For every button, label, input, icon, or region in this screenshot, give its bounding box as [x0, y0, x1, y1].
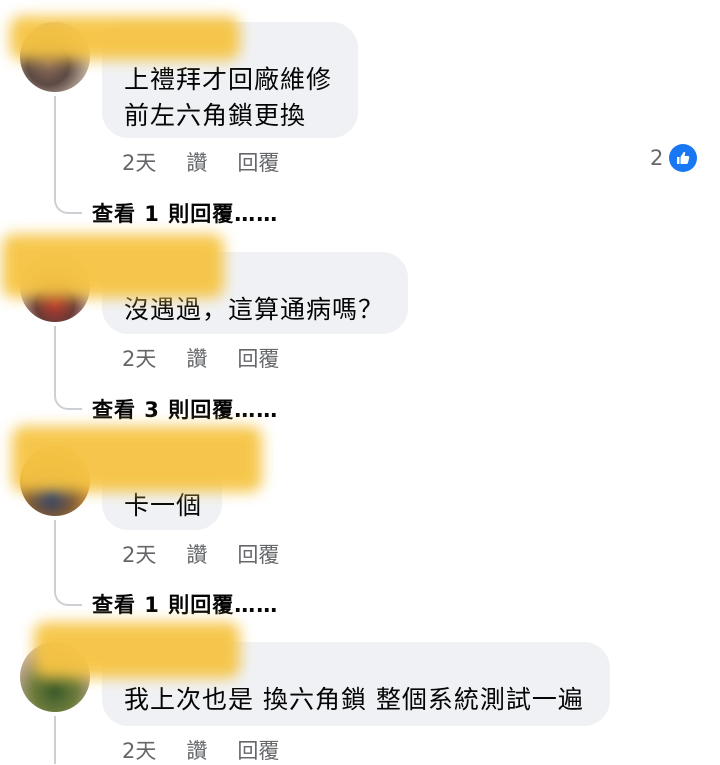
redacted-commenter-name	[12, 426, 262, 492]
like-button[interactable]: 讚	[186, 539, 207, 569]
reply-button[interactable]: 回覆	[237, 343, 279, 373]
timestamp[interactable]: 2天	[122, 343, 156, 373]
reply-button[interactable]: 回覆	[237, 539, 279, 569]
view-replies-link[interactable]: 查看 1 則回覆……	[92, 589, 278, 619]
comment-text: 卡一個	[124, 491, 203, 520]
reaction-summary[interactable]: 2	[650, 144, 698, 172]
like-button[interactable]: 讚	[186, 147, 207, 177]
redacted-commenter-name	[34, 622, 240, 678]
like-button[interactable]: 讚	[186, 735, 207, 765]
thread-line	[54, 326, 56, 392]
timestamp[interactable]: 2天	[122, 147, 156, 177]
thumbs-up-icon	[677, 151, 690, 164]
reply-button[interactable]: 回覆	[237, 147, 279, 177]
redacted-commenter-name	[2, 234, 224, 298]
redacted-commenter-name	[10, 16, 240, 60]
like-button[interactable]: 讚	[186, 343, 207, 373]
thread-line	[54, 96, 56, 196]
like-icon	[669, 144, 698, 172]
thread-connector	[54, 588, 82, 606]
comment-text: 我上次也是 換六角鎖 整個系統測試一遍	[124, 685, 584, 714]
timestamp[interactable]: 2天	[122, 539, 156, 569]
comment-actions: 2天 讚 回覆	[122, 147, 279, 177]
comment-actions: 2天 讚 回覆	[122, 539, 279, 569]
view-replies-link[interactable]: 查看 3 則回覆……	[92, 394, 278, 424]
comment-text: 上禮拜才回廠維修 前左六角鎖更換	[124, 65, 333, 130]
thread-connector	[54, 196, 82, 214]
timestamp[interactable]: 2天	[122, 735, 156, 765]
comment-actions: 2天 讚 回覆	[122, 735, 279, 765]
reaction-count: 2	[650, 146, 664, 170]
thread-line	[54, 520, 56, 590]
view-replies-link[interactable]: 查看 1 則回覆……	[92, 198, 278, 228]
thread-connector	[54, 392, 82, 410]
reply-button[interactable]: 回覆	[237, 735, 279, 765]
comment-actions: 2天 讚 回覆	[122, 343, 279, 373]
thread-line	[54, 716, 56, 764]
